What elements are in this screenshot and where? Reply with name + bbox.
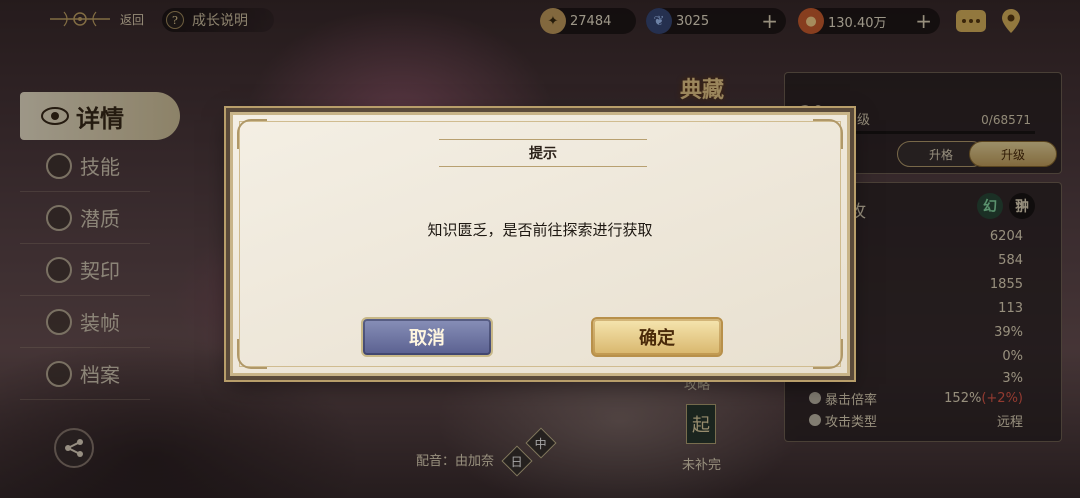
corner-ornament bbox=[813, 119, 843, 149]
corner-ornament bbox=[237, 339, 267, 369]
corner-ornament bbox=[237, 119, 267, 149]
dialog-title-frame: 提示 bbox=[439, 139, 647, 167]
dialog-message: 知识匮乏，是否前往探索进行获取 bbox=[427, 221, 653, 239]
cancel-button[interactable]: 取消 bbox=[361, 317, 493, 357]
corner-ornament bbox=[813, 339, 843, 369]
confirm-button[interactable]: 确定 bbox=[591, 317, 723, 357]
dialog-title: 提示 bbox=[529, 146, 557, 162]
prompt-dialog: 提示 知识匮乏，是否前往探索进行获取 取消 确定 bbox=[230, 112, 850, 376]
